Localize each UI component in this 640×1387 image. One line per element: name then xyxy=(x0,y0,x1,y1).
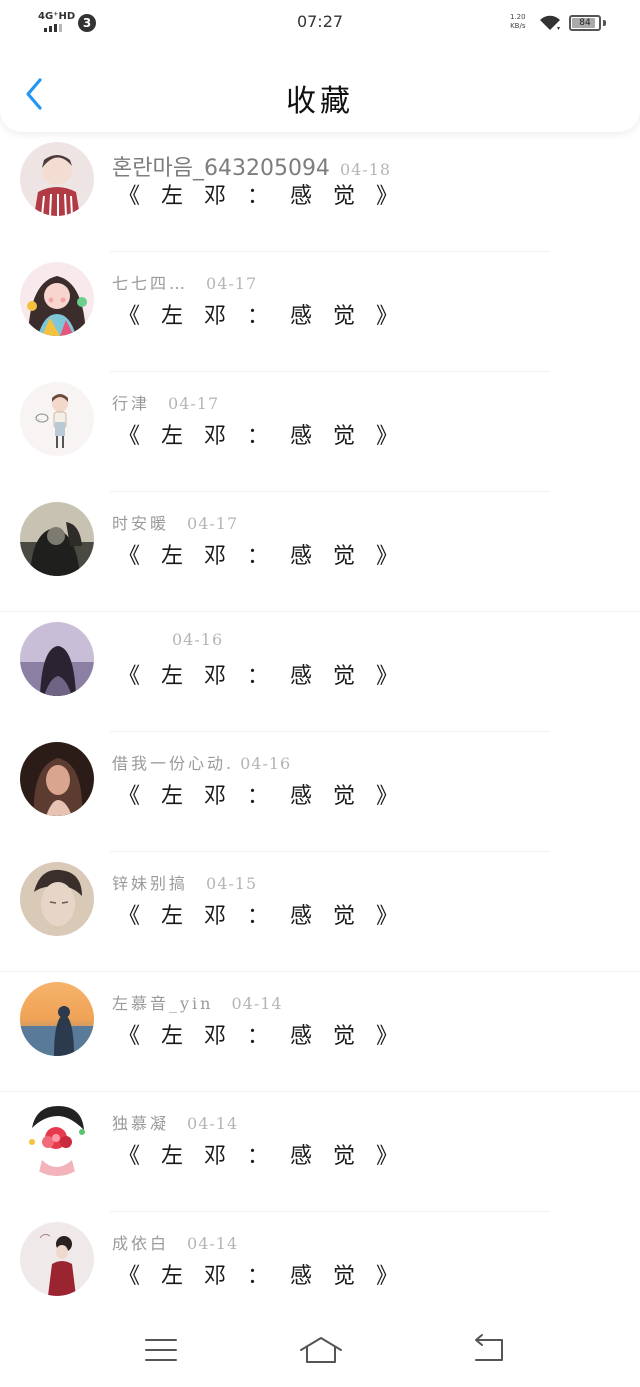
item-meta: 成依白 04-14 xyxy=(112,1230,238,1254)
list-item[interactable]: 锌妹别搞 04-15 《 左 邓 ： 感 觉 》 xyxy=(0,852,640,972)
page-title: 收藏 xyxy=(286,84,354,119)
item-title: 《 左 邓 ： 感 觉 》 xyxy=(118,184,405,209)
item-meta: 独慕凝 04-14 xyxy=(112,1110,238,1134)
item-date: 04-14 xyxy=(187,1234,239,1253)
avatar[interactable]: ... xyxy=(20,382,94,456)
item-meta: 锌妹别搞 04-15 xyxy=(112,870,257,894)
item-author: 时安暖 xyxy=(112,514,170,533)
back-arrow-icon xyxy=(475,1334,503,1361)
list-item[interactable]: ... 行津 04-17 《 左 邓 ： 感 觉 》 xyxy=(0,372,640,492)
item-meta: 04-16 xyxy=(112,630,223,649)
avatar[interactable] xyxy=(20,742,94,816)
item-title: 《 左 邓 ： 感 觉 》 xyxy=(118,1144,405,1169)
svg-text:...: ... xyxy=(38,416,42,421)
item-author: 左慕音_yin xyxy=(112,994,214,1013)
item-title: 《 左 邓 ： 感 觉 》 xyxy=(118,544,405,569)
list-item[interactable]: 04-16 《 左 邓 ： 感 觉 》 xyxy=(0,612,640,732)
item-title: 《 左 邓 ： 感 觉 》 xyxy=(118,1024,405,1049)
home-button[interactable] xyxy=(298,1332,344,1368)
nav-bar: 收藏 xyxy=(0,44,640,132)
avatar[interactable] xyxy=(20,262,94,336)
item-meta: 左慕音_yin 04-14 xyxy=(112,990,283,1014)
item-author: 成依白 xyxy=(112,1234,170,1253)
item-date: 04-14 xyxy=(187,1114,239,1133)
avatar[interactable] xyxy=(20,1102,94,1176)
menu-icon xyxy=(145,1339,177,1361)
back-nav-button[interactable] xyxy=(468,1332,508,1368)
item-date: 04-17 xyxy=(206,274,258,293)
menu-button[interactable] xyxy=(141,1332,181,1368)
avatar[interactable] xyxy=(20,142,94,216)
item-author: 行津 xyxy=(112,394,151,413)
list-item[interactable]: 左慕音_yin 04-14 《 左 邓 ： 感 觉 》 xyxy=(0,972,640,1092)
item-date: 04-14 xyxy=(231,994,283,1013)
item-author: 七七四… xyxy=(112,274,189,293)
item-title: 《 左 邓 ： 感 觉 》 xyxy=(118,664,405,689)
item-title: 《 左 邓 ： 感 觉 》 xyxy=(118,424,405,449)
speed-value: 1.20 xyxy=(510,13,526,21)
home-icon xyxy=(300,1337,342,1363)
battery-icon: 84 xyxy=(569,15,601,31)
bottom-nav-bar xyxy=(0,1318,640,1387)
list-item[interactable]: 七七四… 04-17 《 左 邓 ： 感 觉 》 xyxy=(0,252,640,372)
item-title: 《 左 邓 ： 感 觉 》 xyxy=(118,904,405,929)
battery-level: 84 xyxy=(579,18,591,28)
app-header: 4G⁺HD 3 07:27 1.20 KB/s 84 收藏 xyxy=(0,0,640,132)
item-author: 独慕凝 xyxy=(112,1114,170,1133)
item-date: 04-15 xyxy=(206,874,258,893)
item-meta: 行津 04-17 xyxy=(112,390,219,414)
item-meta: 七七四… 04-17 xyxy=(112,270,257,294)
avatar[interactable] xyxy=(20,622,94,696)
item-date: 04-16 xyxy=(240,754,292,773)
list-item[interactable]: 时安暖 04-17 《 左 邓 ： 感 觉 》 xyxy=(0,492,640,612)
item-title: 《 左 邓 ： 感 觉 》 xyxy=(118,784,405,809)
item-date: 04-16 xyxy=(172,630,224,649)
status-bar: 4G⁺HD 3 07:27 1.20 KB/s 84 xyxy=(0,0,640,44)
item-date: 04-18 xyxy=(339,160,392,179)
item-date: 04-17 xyxy=(168,394,220,413)
speed-unit: KB/s xyxy=(510,22,526,30)
item-author: 借我一份心动. xyxy=(112,754,235,773)
list-item[interactable]: 혼란마음_643205094 04-18 《 左 邓 ： 感 觉 》 xyxy=(0,132,640,252)
item-meta: 借我一份心动. 04-16 xyxy=(112,750,291,774)
battery-tip xyxy=(603,20,606,26)
network-speed: 1.20 KB/s xyxy=(510,13,526,31)
avatar[interactable] xyxy=(20,862,94,936)
avatar[interactable] xyxy=(20,982,94,1056)
item-title: 《 左 邓 ： 感 觉 》 xyxy=(118,1264,405,1289)
avatar[interactable] xyxy=(20,1222,94,1296)
avatar[interactable] xyxy=(20,502,94,576)
item-author: 锌妹别搞 xyxy=(112,874,189,893)
item-title: 《 左 邓 ： 感 觉 》 xyxy=(118,304,405,329)
list-item[interactable]: 独慕凝 04-14 《 左 邓 ： 感 觉 》 xyxy=(0,1092,640,1212)
favorites-list: 혼란마음_643205094 04-18 《 左 邓 ： 感 觉 》 七七四… 04… xyxy=(0,132,640,1332)
wifi-icon xyxy=(538,14,562,36)
item-meta: 时安暖 04-17 xyxy=(112,510,238,534)
item-date: 04-17 xyxy=(187,514,239,533)
list-item[interactable]: 借我一份心动. 04-16 《 左 邓 ： 感 觉 》 xyxy=(0,732,640,852)
list-item[interactable]: 成依白 04-14 《 左 邓 ： 感 觉 》 xyxy=(0,1212,640,1332)
